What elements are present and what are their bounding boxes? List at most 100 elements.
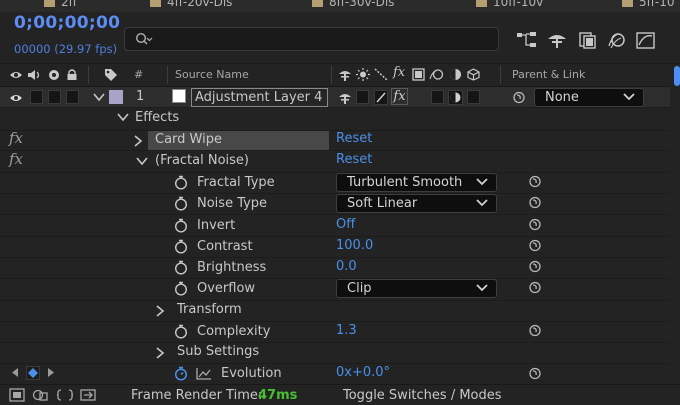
previous-keyframe-icon[interactable] (10, 367, 19, 378)
stopwatch-icon[interactable] (174, 175, 188, 190)
contrast-value[interactable]: 100.0 (336, 238, 373, 253)
effect-name-fractal-noise[interactable]: (Fractal Noise) (155, 153, 249, 168)
effect-fx-icon[interactable]: fx (9, 129, 23, 147)
property-group-sub-settings[interactable]: Sub Settings (177, 344, 259, 359)
layer-twirl-down-icon[interactable] (93, 93, 105, 102)
effect-fx-icon[interactable]: fx (393, 65, 405, 80)
project-item[interactable]: 5ff-10 (622, 0, 675, 10)
motion-blur-switch[interactable] (431, 90, 444, 104)
timecode-display[interactable]: 0;00;00;00 (14, 13, 120, 33)
add-keyframe-icon[interactable] (26, 366, 40, 380)
pick-whip-icon[interactable] (528, 196, 542, 209)
effects-twirl-down-icon[interactable] (117, 113, 129, 122)
pick-whip-icon[interactable] (528, 175, 542, 188)
video-eye-icon[interactable] (9, 69, 23, 81)
property-group-row (0, 342, 680, 363)
graph-editor-icon[interactable] (635, 30, 657, 50)
layer-visibility-eye-icon[interactable] (9, 92, 23, 104)
motion-blur-switch-icon[interactable] (429, 68, 444, 81)
stopwatch-icon[interactable] (174, 239, 188, 254)
stopwatch-icon[interactable] (174, 324, 188, 339)
shy-icon[interactable] (338, 68, 352, 81)
complexity-value[interactable]: 1.3 (336, 323, 357, 338)
scrollbar-thumb[interactable] (674, 66, 680, 86)
frame-blending-icon[interactable] (577, 30, 599, 50)
fractal-noise-reset-link[interactable]: Reset (336, 152, 372, 167)
composition-flowchart-icon[interactable] (516, 30, 538, 50)
in-out-duration-toggle-icon[interactable] (80, 388, 96, 402)
effect-name-card-wipe[interactable]: Card Wipe (155, 132, 222, 147)
transfer-controls-toggle-icon[interactable] (56, 388, 74, 402)
collapse-sun-icon[interactable] (356, 68, 370, 81)
project-item[interactable]: 8ff-30v-Dis (312, 0, 394, 10)
project-item[interactable]: 4ff-20v-Dis (150, 0, 232, 10)
pick-whip-icon[interactable] (528, 260, 542, 273)
3d-layer-switch[interactable] (467, 90, 480, 104)
label-tag-icon[interactable] (104, 68, 118, 81)
noise-type-dropdown[interactable]: Soft Linear (336, 194, 497, 213)
stopwatch-icon[interactable] (174, 260, 188, 275)
solo-icon[interactable] (48, 68, 60, 81)
column-source-name[interactable]: Source Name (175, 68, 249, 81)
solo-toggle[interactable] (48, 90, 61, 104)
parent-dropdown-value: None (545, 90, 579, 105)
effect-switch-icon[interactable]: fx (391, 88, 408, 105)
effects-group-label[interactable]: Effects (135, 110, 179, 125)
toggle-switches-modes-button[interactable]: Toggle Switches / Modes (343, 388, 502, 403)
lock-toggle[interactable] (66, 90, 79, 104)
graph-icon[interactable] (196, 367, 212, 380)
chevron-right-icon[interactable] (156, 305, 165, 317)
brightness-value[interactable]: 0.0 (336, 259, 357, 274)
frame-info: 00000 (29.97 fps) (14, 42, 118, 56)
chevron-down-icon[interactable] (136, 157, 148, 166)
lock-icon[interactable] (66, 68, 78, 81)
pick-whip-icon[interactable] (528, 367, 542, 380)
stopwatch-active-icon[interactable] (174, 366, 188, 381)
layer-label-color[interactable] (109, 90, 123, 104)
draft-3d-icon[interactable] (546, 30, 568, 50)
column-parent-link[interactable]: Parent & Link (512, 68, 585, 81)
search-input[interactable] (124, 27, 499, 51)
stopwatch-icon[interactable] (174, 281, 188, 296)
project-item[interactable]: 2ff (44, 0, 77, 10)
effect-fx-icon[interactable]: fx (9, 150, 23, 168)
fractal-type-dropdown[interactable]: Turbulent Smooth (336, 173, 497, 192)
card-wipe-reset-link[interactable]: Reset (336, 131, 372, 146)
chevron-right-icon[interactable] (134, 135, 143, 147)
property-group-transform[interactable]: Transform (177, 302, 242, 317)
pick-whip-icon[interactable] (528, 218, 542, 231)
chevron-right-icon[interactable] (156, 347, 165, 359)
render-time-toggle-icon[interactable] (9, 388, 25, 402)
overflow-dropdown[interactable]: Clip (336, 279, 497, 298)
chevron-down-icon (476, 199, 488, 207)
layer-switches-toggle-icon[interactable] (32, 388, 48, 402)
frame-blend-switch-icon[interactable] (412, 68, 425, 81)
pick-whip-icon[interactable] (528, 239, 542, 252)
collapse-switch[interactable] (356, 90, 369, 104)
label-swatch (44, 0, 55, 7)
overflow-value: Clip (347, 281, 372, 296)
pick-whip-icon[interactable] (512, 91, 526, 104)
audio-toggle[interactable] (30, 90, 43, 104)
layer-shy-switch-icon[interactable] (338, 91, 352, 104)
stopwatch-icon[interactable] (174, 218, 188, 233)
quality-switch-icon[interactable] (374, 90, 388, 105)
next-keyframe-icon[interactable] (47, 367, 56, 378)
motion-blur-icon[interactable] (606, 30, 628, 50)
3d-layer-icon[interactable] (467, 68, 480, 81)
search-icon (135, 32, 153, 45)
parent-dropdown[interactable]: None (534, 88, 644, 107)
property-label-contrast: Contrast (197, 239, 253, 254)
stopwatch-icon[interactable] (174, 196, 188, 211)
layer-name-field[interactable]: Adjustment Layer 4 (191, 88, 328, 107)
pick-whip-icon[interactable] (528, 281, 542, 294)
audio-speaker-icon[interactable] (27, 69, 43, 81)
project-item[interactable]: 10ff-10v (476, 0, 543, 10)
pick-whip-icon[interactable] (528, 324, 542, 337)
vertical-scrollbar[interactable] (670, 64, 680, 384)
quality-icon[interactable] (374, 68, 388, 81)
evolution-value[interactable]: 0x+0.0° (336, 365, 390, 380)
adjustment-layer-switch-icon[interactable] (448, 90, 463, 105)
invert-value[interactable]: Off (336, 217, 355, 232)
adjustment-layer-icon[interactable] (449, 68, 462, 81)
